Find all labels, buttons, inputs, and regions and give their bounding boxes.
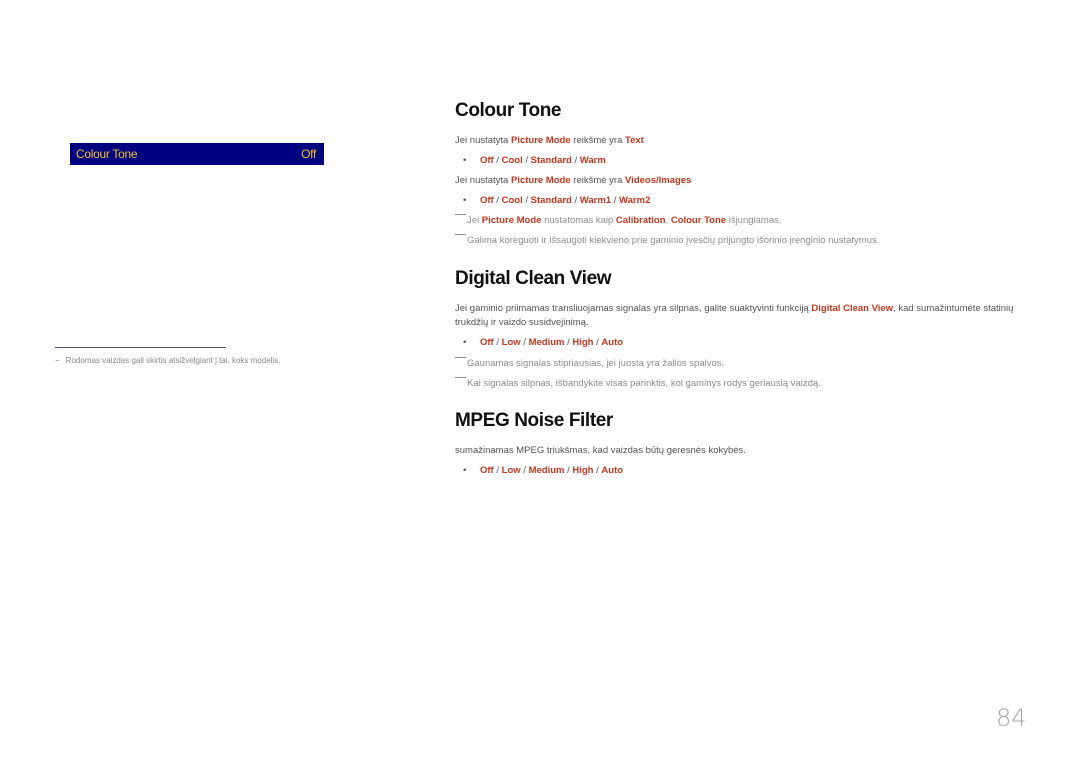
- text: Jei gaminio priimamas transliuojamas sig…: [455, 303, 812, 314]
- section-title-digital-clean-view: Digital Clean View: [455, 268, 612, 289]
- bullet: •: [463, 155, 467, 166]
- option-separator: /: [520, 337, 529, 348]
- option-separator: /: [493, 155, 502, 166]
- option-separator: /: [520, 465, 529, 476]
- text: nustatomas kaip: [541, 215, 616, 226]
- option-medium: Medium: [528, 465, 565, 476]
- footnote-text: Rodomas vaizdas gali skirtis atsižvelgia…: [65, 356, 281, 365]
- option-separator: /: [571, 195, 580, 206]
- mode-value-videos: Videos/Images: [625, 175, 692, 186]
- note-mark-icon: [455, 214, 466, 215]
- osd-value: Off: [301, 147, 316, 161]
- picture-mode-term: Picture Mode: [510, 135, 571, 146]
- colour-tone-condition-text: Jei nustatyta Picture Mode reikšmė yra T…: [455, 135, 644, 146]
- option-off: Off: [480, 195, 494, 206]
- option-high: High: [572, 337, 594, 348]
- option-separator: /: [493, 195, 502, 206]
- text: Galima koreguoti ir išsaugoti kiekvieno …: [467, 235, 880, 246]
- option-separator: /: [493, 465, 502, 476]
- text: Kai signalas silpnas, išbandykite visas …: [467, 378, 821, 389]
- bullet: •: [463, 337, 467, 348]
- option-warm2: Warm2: [619, 195, 651, 206]
- colour-tone-note-inputs: Galima koreguoti ir išsaugoti kiekvieno …: [455, 234, 879, 246]
- option-low: Low: [501, 337, 521, 348]
- option-low: Low: [501, 465, 521, 476]
- section-title-mpeg-noise-filter: MPEG Noise Filter: [455, 410, 613, 431]
- calibration-term: Calibration: [615, 215, 666, 226]
- bullet: •: [463, 465, 467, 476]
- bullet: •: [463, 195, 467, 206]
- digital-clean-view-note-signal: Gaunamas signalas stipriausias, jei juos…: [455, 357, 724, 369]
- digital-clean-view-term: Digital Clean View: [811, 303, 894, 314]
- option-separator: /: [611, 195, 620, 206]
- option-standard: Standard: [530, 195, 572, 206]
- option-separator: /: [522, 155, 531, 166]
- option-off: Off: [480, 465, 494, 476]
- mpeg-noise-filter-options: • Off / Low / Medium / High / Auto: [463, 465, 623, 476]
- colour-tone-condition-videos: Jei nustatyta Picture Mode reikšmė yra V…: [455, 175, 691, 186]
- option-standard: Standard: [530, 155, 572, 166]
- options-list: Off / Cool / Standard / Warm1 / Warm2: [480, 195, 650, 206]
- text: Jei: [467, 215, 482, 226]
- option-auto: Auto: [601, 337, 624, 348]
- option-off: Off: [480, 155, 494, 166]
- colour-tone-options-videos: • Off / Cool / Standard / Warm1 / Warm2: [463, 195, 650, 206]
- osd-label: Colour Tone: [76, 147, 138, 161]
- text: Jei nustatyta: [455, 175, 511, 186]
- digital-clean-view-note-weak: Kai signalas silpnas, išbandykite visas …: [455, 377, 821, 389]
- left-footnote: − Rodomas vaizdas gali skirtis atsižvelgi…: [55, 356, 280, 365]
- options-list: Off / Low / Medium / High / Auto: [480, 465, 623, 476]
- option-auto: Auto: [601, 465, 624, 476]
- options-list: Off / Cool / Standard / Warm: [480, 155, 606, 166]
- colour-tone-note-calibration: Jei Picture Mode nustatomas kaip Calibra…: [455, 214, 782, 226]
- note-mark-icon: [455, 234, 466, 235]
- text: Jei nustatyta: [455, 135, 511, 146]
- note-mark-icon: [455, 357, 466, 358]
- picture-mode-term: Picture Mode: [481, 215, 542, 226]
- option-separator: /: [571, 155, 580, 166]
- option-high: High: [572, 465, 594, 476]
- option-warm: Warm: [579, 155, 606, 166]
- option-separator: /: [522, 195, 531, 206]
- option-separator: /: [493, 337, 502, 348]
- page-number: 84: [996, 704, 1027, 732]
- digital-clean-view-options: • Off / Low / Medium / High / Auto: [463, 337, 623, 348]
- section-title-colour-tone: Colour Tone: [455, 100, 562, 121]
- colour-tone-options-text: • Off / Cool / Standard / Warm: [463, 155, 606, 166]
- note-mark-icon: [455, 377, 466, 378]
- footnote-dash: −: [55, 356, 60, 365]
- colour-tone-term: Colour Tone: [670, 215, 727, 226]
- option-medium: Medium: [528, 337, 565, 348]
- osd-menu-item-colour-tone: Colour Tone Off: [70, 143, 324, 165]
- option-warm1: Warm1: [579, 195, 612, 206]
- text: reikšmė yra: [570, 175, 626, 186]
- option-cool: Cool: [501, 155, 523, 166]
- text: išjungiamas.: [726, 215, 782, 226]
- mpeg-noise-filter-description: sumažinamas MPEG triukšmas, kad vaizdas …: [455, 445, 746, 456]
- footnote-divider: [55, 347, 226, 348]
- option-cool: Cool: [501, 195, 523, 206]
- picture-mode-term: Picture Mode: [510, 175, 571, 186]
- text: Gaunamas signalas stipriausias, jei juos…: [467, 358, 725, 369]
- option-off: Off: [480, 337, 494, 348]
- text: reikšmė yra: [570, 135, 626, 146]
- digital-clean-view-description: Jei gaminio priimamas transliuojamas sig…: [455, 302, 1020, 330]
- mode-value-text: Text: [625, 135, 644, 146]
- options-list: Off / Low / Medium / High / Auto: [480, 337, 623, 348]
